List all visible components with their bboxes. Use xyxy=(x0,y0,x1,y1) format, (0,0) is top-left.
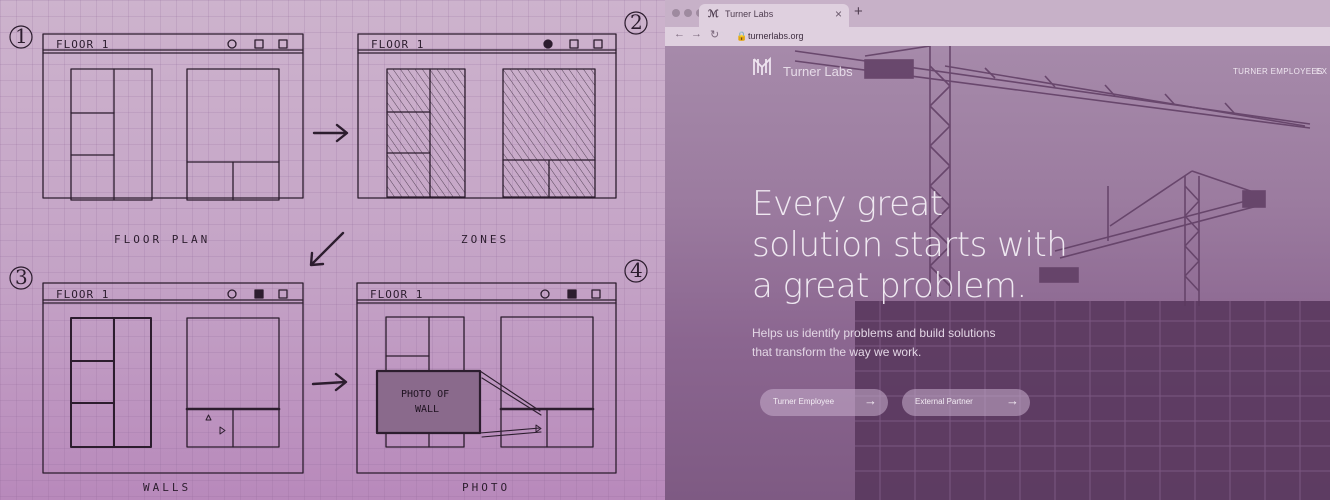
frame-caption: ZONES xyxy=(461,233,510,246)
frame-title: FLOOR 1 xyxy=(370,288,424,301)
turner-employee-button[interactable]: Turner Employee → xyxy=(760,389,888,416)
close-icon[interactable]: × xyxy=(835,7,842,21)
frame-floor-plan xyxy=(42,33,304,201)
page-viewport: Turner Labs TURNER EMPLOYEES EX Every gr… xyxy=(665,46,1330,500)
window-minimize-dot[interactable] xyxy=(684,9,692,17)
hero-headline-line: Every great xyxy=(752,184,943,224)
frame-walls xyxy=(42,282,304,474)
reload-icon[interactable]: ↻ xyxy=(710,28,719,41)
photo-note-line: PHOTO OF xyxy=(401,389,450,400)
nav-link-turner-employees[interactable]: TURNER EMPLOYEES xyxy=(1233,67,1323,76)
tab-bar: ℳ Turner Labs × + xyxy=(665,0,1330,27)
button-label: External Partner xyxy=(915,397,973,406)
window-close-dot[interactable] xyxy=(672,9,680,17)
arrow-right-icon: → xyxy=(864,393,877,408)
hero-headline-line: solution starts with xyxy=(752,225,1068,265)
frame-caption: FLOOR PLAN xyxy=(114,233,211,246)
frame-caption: PHOTO xyxy=(462,481,511,494)
photo-note-line: WALL xyxy=(415,404,440,415)
nav-link-external[interactable]: EX xyxy=(1316,67,1327,76)
new-tab-button[interactable]: + xyxy=(854,3,863,20)
arrow-right-icon: → xyxy=(1006,393,1019,408)
browser-tab[interactable]: ℳ Turner Labs × xyxy=(699,4,849,27)
hero-subtext-line: Helps us identify problems and build sol… xyxy=(752,326,996,340)
frame-caption: WALLS xyxy=(143,481,192,494)
frame-title: FLOOR 1 xyxy=(371,38,425,51)
browser-window: ℳ Turner Labs × + ← → ↻ 🔒 turnerlabs.org xyxy=(665,0,1330,500)
hero-subtext-line: that transform the way we work. xyxy=(752,345,922,359)
flow-arrows xyxy=(309,123,349,392)
logo-icon: ℳ xyxy=(708,9,719,20)
frame-photo xyxy=(356,282,617,474)
frame-title: FLOOR 1 xyxy=(56,288,110,301)
address-bar: ← → ↻ 🔒 turnerlabs.org xyxy=(665,27,1330,46)
sketch-panel: 1 2 3 4 FLOOR 1 FLOOR 1 FLOOR 1 FLOOR 1 … xyxy=(0,0,665,500)
hero-subtext: Helps us identify problems and build sol… xyxy=(752,324,1052,362)
logo-icon[interactable] xyxy=(751,56,773,78)
hero-headline-line: a great problem. xyxy=(752,266,1027,306)
brand-name[interactable]: Turner Labs xyxy=(783,64,853,79)
lock-icon: 🔒 xyxy=(736,31,748,41)
step-number: 3 xyxy=(15,265,28,289)
forward-icon[interactable]: → xyxy=(691,28,702,40)
frame-title: FLOOR 1 xyxy=(56,38,110,51)
step-number: 2 xyxy=(630,10,643,34)
tab-title: Turner Labs xyxy=(725,9,774,19)
step-number: 1 xyxy=(15,24,28,48)
external-partner-button[interactable]: External Partner → xyxy=(902,389,1030,416)
back-icon[interactable]: ← xyxy=(674,28,685,40)
hero-headline: Every great solution starts with a great… xyxy=(752,184,1082,307)
url-field[interactable]: turnerlabs.org xyxy=(748,31,804,41)
button-label: Turner Employee xyxy=(773,397,835,406)
sketch-drawing xyxy=(9,11,648,474)
frame-zones xyxy=(357,33,617,199)
step-number: 4 xyxy=(630,258,643,282)
